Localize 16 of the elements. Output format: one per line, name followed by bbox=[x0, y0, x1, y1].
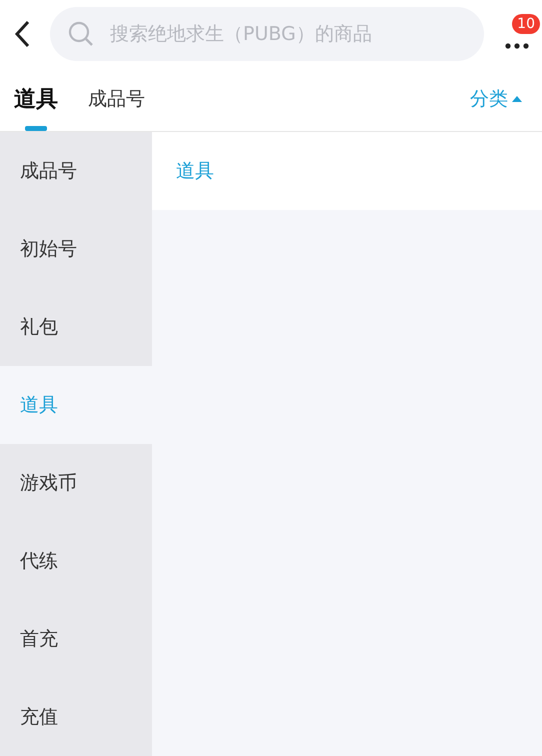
tab[interactable]: 道具 bbox=[14, 67, 58, 131]
row-label: 道具 bbox=[176, 159, 214, 184]
sidebar-item[interactable]: 初始号 bbox=[0, 210, 152, 288]
more-icon bbox=[505, 42, 529, 48]
sidebar-item[interactable]: 充值 bbox=[0, 678, 152, 756]
caret-icon bbox=[512, 96, 522, 102]
notification-badge: 10 bbox=[512, 14, 540, 34]
sidebar-item[interactable]: 首充 bbox=[0, 600, 152, 678]
search-bar[interactable]: 搜索绝地求生（PUBG）的商品 bbox=[50, 6, 484, 60]
search-input[interactable]: 搜索绝地求生（PUBG）的商品 bbox=[108, 22, 466, 46]
sidebar-item[interactable]: 成品号 bbox=[0, 132, 152, 210]
sidebar-item[interactable]: 礼包 bbox=[0, 288, 152, 366]
sidebar-item[interactable]: 代练 bbox=[0, 522, 152, 600]
tab[interactable]: 成品号 bbox=[88, 67, 145, 131]
search-icon bbox=[68, 20, 94, 46]
sidebar-item[interactable]: 游戏币 bbox=[0, 444, 152, 522]
